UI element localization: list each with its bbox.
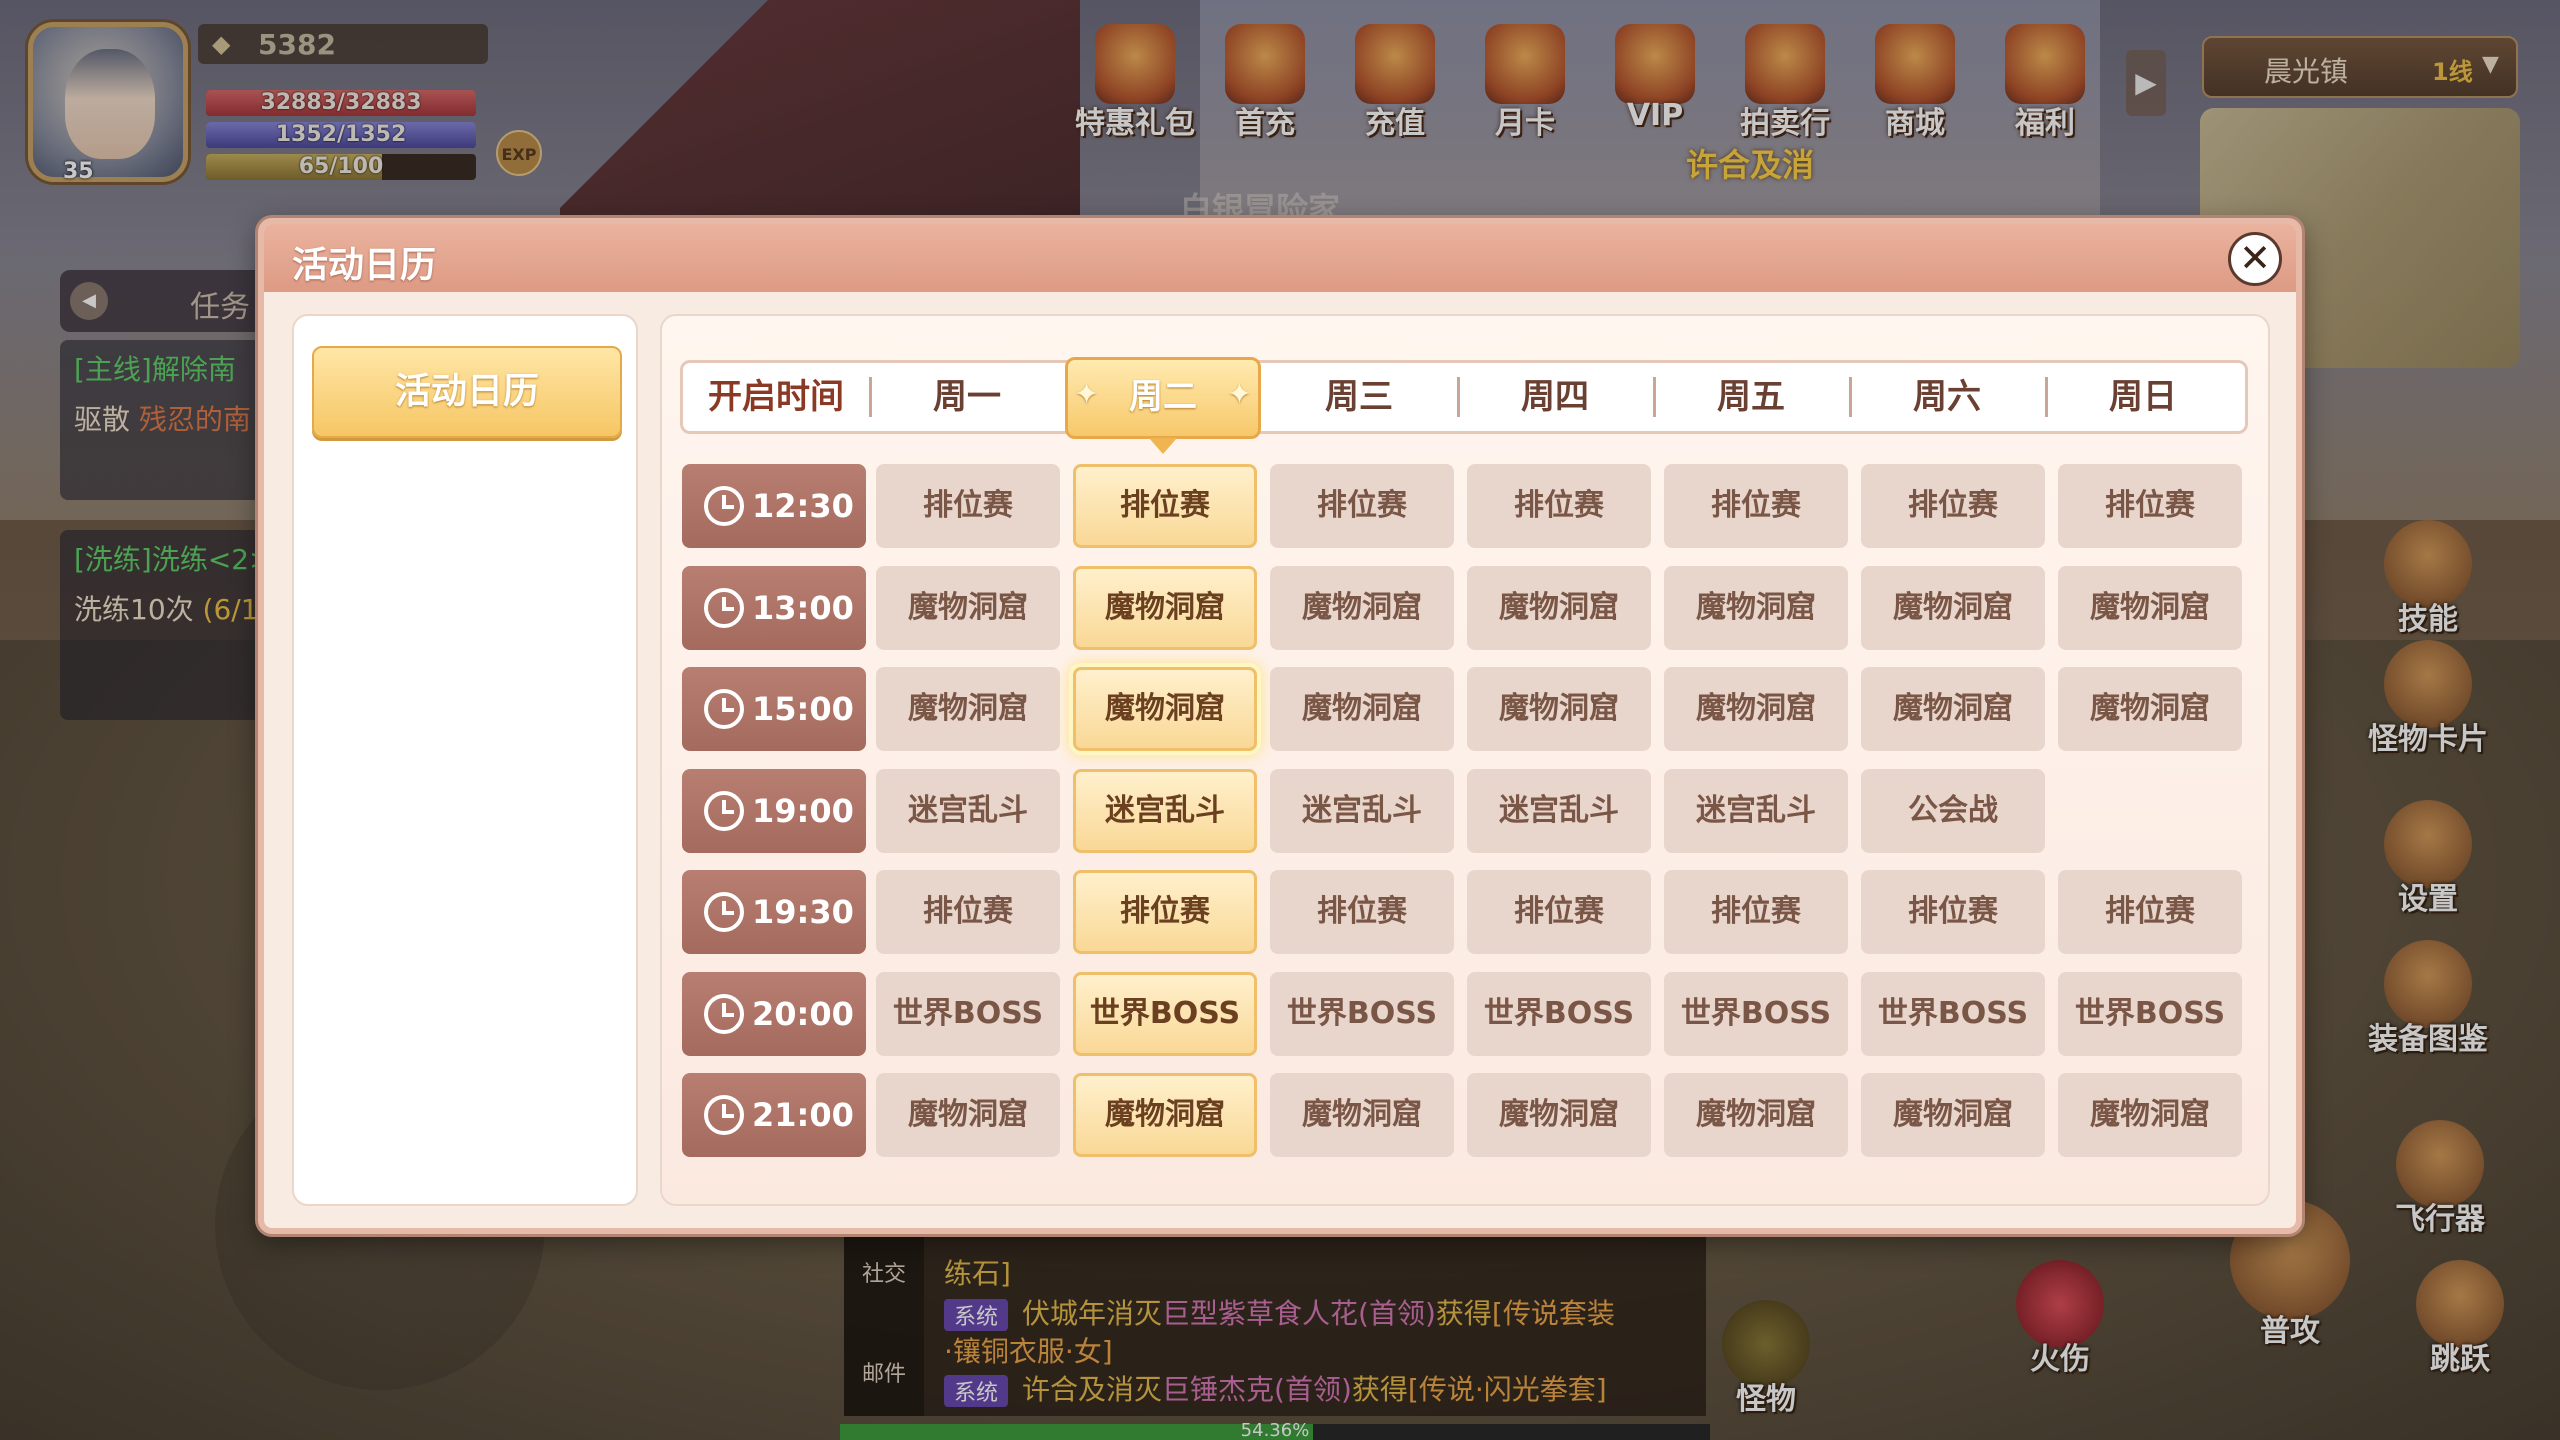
day-label: 周二 [1129,377,1197,417]
clock-icon [704,689,744,729]
clock-icon [704,486,744,526]
activity-cell[interactable]: 排位赛 [1467,464,1651,548]
time-cell: 19:30 [682,870,866,954]
day-label: 周一 [933,377,1001,417]
tab-day-7[interactable]: 周日 [2045,363,2241,431]
time-cell: 13:00 [682,565,866,650]
activity-cell[interactable]: 世界BOSS [2058,971,2242,1056]
dialog-side-menu: 活动日历 [292,314,638,1206]
clock-icon [704,790,744,831]
time-label: 20:00 [752,994,854,1033]
activity-cell[interactable]: 魔物洞窟 [876,667,1060,751]
sparkle-icon: ✦ [1074,377,1100,412]
activity-cell[interactable]: 世界BOSS [1861,971,2045,1056]
activity-cell[interactable]: 排位赛 [1664,464,1848,548]
activity-cell[interactable]: 魔物洞窟 [1467,565,1651,650]
activity-cell[interactable]: 公会战 [1861,768,2045,853]
calendar-panel: 开启时间 周一 周二 ✦ ✦ 周三 周四 周五 周六 周日 12:30 排位赛 排位赛 排位赛 排位赛 排位… [660,314,2270,1206]
time-cell: 20:00 [682,971,866,1056]
time-label: 13:00 [752,588,854,627]
day-label: 周三 [1325,377,1393,417]
activity-cell[interactable]: 迷宫乱斗 [1270,768,1454,853]
activity-cell[interactable]: 魔物洞窟 [1467,1073,1651,1157]
activity-cell[interactable]: 迷宫乱斗 [1664,768,1848,853]
activity-cell[interactable]: 排位赛 [1467,870,1651,954]
activity-cell[interactable]: 迷宫乱斗 [1073,768,1257,853]
tab-day-5[interactable]: 周五 [1653,363,1849,431]
activity-cell[interactable]: 魔物洞窟 [1270,565,1454,650]
header-open-time: 开启时间 [708,377,844,417]
activity-cell[interactable]: 世界BOSS [1467,971,1651,1056]
activity-cell[interactable]: 魔物洞窟 [2058,1073,2242,1157]
activity-cell[interactable]: 世界BOSS [1073,971,1257,1056]
tab-day-3[interactable]: 周三 [1261,363,1457,431]
activity-cell[interactable]: 魔物洞窟 [1270,667,1454,751]
clock-icon [704,1095,744,1135]
time-label: 19:30 [752,893,854,931]
day-label: 周四 [1521,377,1589,417]
time-label: 12:30 [752,487,854,525]
activity-cell[interactable]: 魔物洞窟 [1270,1073,1454,1157]
activity-cell[interactable]: 魔物洞窟 [1861,1073,2045,1157]
time-cell: 12:30 [682,464,866,548]
activity-cell[interactable]: 排位赛 [876,870,1060,954]
activity-cell[interactable]: 魔物洞窟 [1467,667,1651,751]
activity-cell[interactable]: 世界BOSS [876,971,1060,1056]
activity-cell[interactable]: 魔物洞窟 [1664,565,1848,650]
activity-cell[interactable]: 世界BOSS [1664,971,1848,1056]
tab-day-6[interactable]: 周六 [1849,363,2045,431]
time-cell: 15:00 [682,667,866,751]
activity-cell[interactable]: 魔物洞窟 [2058,667,2242,751]
activity-calendar-dialog: 活动日历 ✕ 活动日历 开启时间 周一 周二 ✦ ✦ 周三 周四 周五 周六 周日 12:30 排位… [258,218,2302,1234]
activity-cell[interactable]: 排位赛 [1073,464,1257,548]
activity-cell[interactable]: 魔物洞窟 [1664,667,1848,751]
clock-icon [704,993,744,1034]
activity-cell[interactable]: 迷宫乱斗 [876,768,1060,853]
day-label: 周五 [1717,377,1785,417]
activity-cell[interactable]: 排位赛 [1861,870,2045,954]
activity-cell[interactable]: 排位赛 [876,464,1060,548]
activity-cell[interactable]: 排位赛 [1270,464,1454,548]
activity-cell[interactable]: 魔物洞窟 [1073,565,1257,650]
day-header-row: 开启时间 周一 周二 ✦ ✦ 周三 周四 周五 周六 周日 [680,357,2248,454]
clock-icon [704,892,744,932]
activity-cell[interactable]: 魔物洞窟 [1073,667,1257,751]
day-label: 周六 [1913,377,1981,417]
close-icon[interactable]: ✕ [2228,232,2282,286]
activity-cell[interactable]: 排位赛 [1073,870,1257,954]
time-label: 19:00 [752,791,854,830]
activity-cell[interactable]: 排位赛 [2058,870,2242,954]
time-cell: 19:00 [682,768,866,853]
activity-cell[interactable]: 排位赛 [2058,464,2242,548]
activity-cell[interactable]: 魔物洞窟 [876,1073,1060,1157]
tab-day-4[interactable]: 周四 [1457,363,1653,431]
tab-activity-calendar[interactable]: 活动日历 [312,346,622,438]
activity-cell[interactable]: 魔物洞窟 [1861,565,2045,650]
time-label: 21:00 [752,1096,854,1134]
activity-cell[interactable]: 迷宫乱斗 [1467,768,1651,853]
time-label: 15:00 [752,690,854,728]
sparkle-icon: ✦ [1226,377,1252,412]
activity-cell[interactable]: 世界BOSS [1270,971,1454,1056]
tab-day-2[interactable]: 周二 ✦ ✦ [1065,357,1261,454]
activity-cell[interactable]: 排位赛 [1861,464,2045,548]
dialog-header: 活动日历 ✕ [264,224,2296,292]
activity-cell[interactable]: 排位赛 [1270,870,1454,954]
activity-cell[interactable]: 魔物洞窟 [2058,565,2242,650]
activity-cell[interactable]: 魔物洞窟 [1861,667,2045,751]
dialog-title: 活动日历 [292,245,437,286]
activity-cell[interactable]: 魔物洞窟 [1073,1073,1257,1157]
activity-cell[interactable]: 魔物洞窟 [1664,1073,1848,1157]
activity-cell[interactable]: 排位赛 [1664,870,1848,954]
day-label: 周日 [2109,377,2177,417]
selected-pointer-icon [1149,438,1177,454]
tab-day-1[interactable]: 周一 [869,363,1065,431]
activity-cell[interactable]: 魔物洞窟 [876,565,1060,650]
time-cell: 21:00 [682,1073,866,1157]
clock-icon [704,587,744,628]
